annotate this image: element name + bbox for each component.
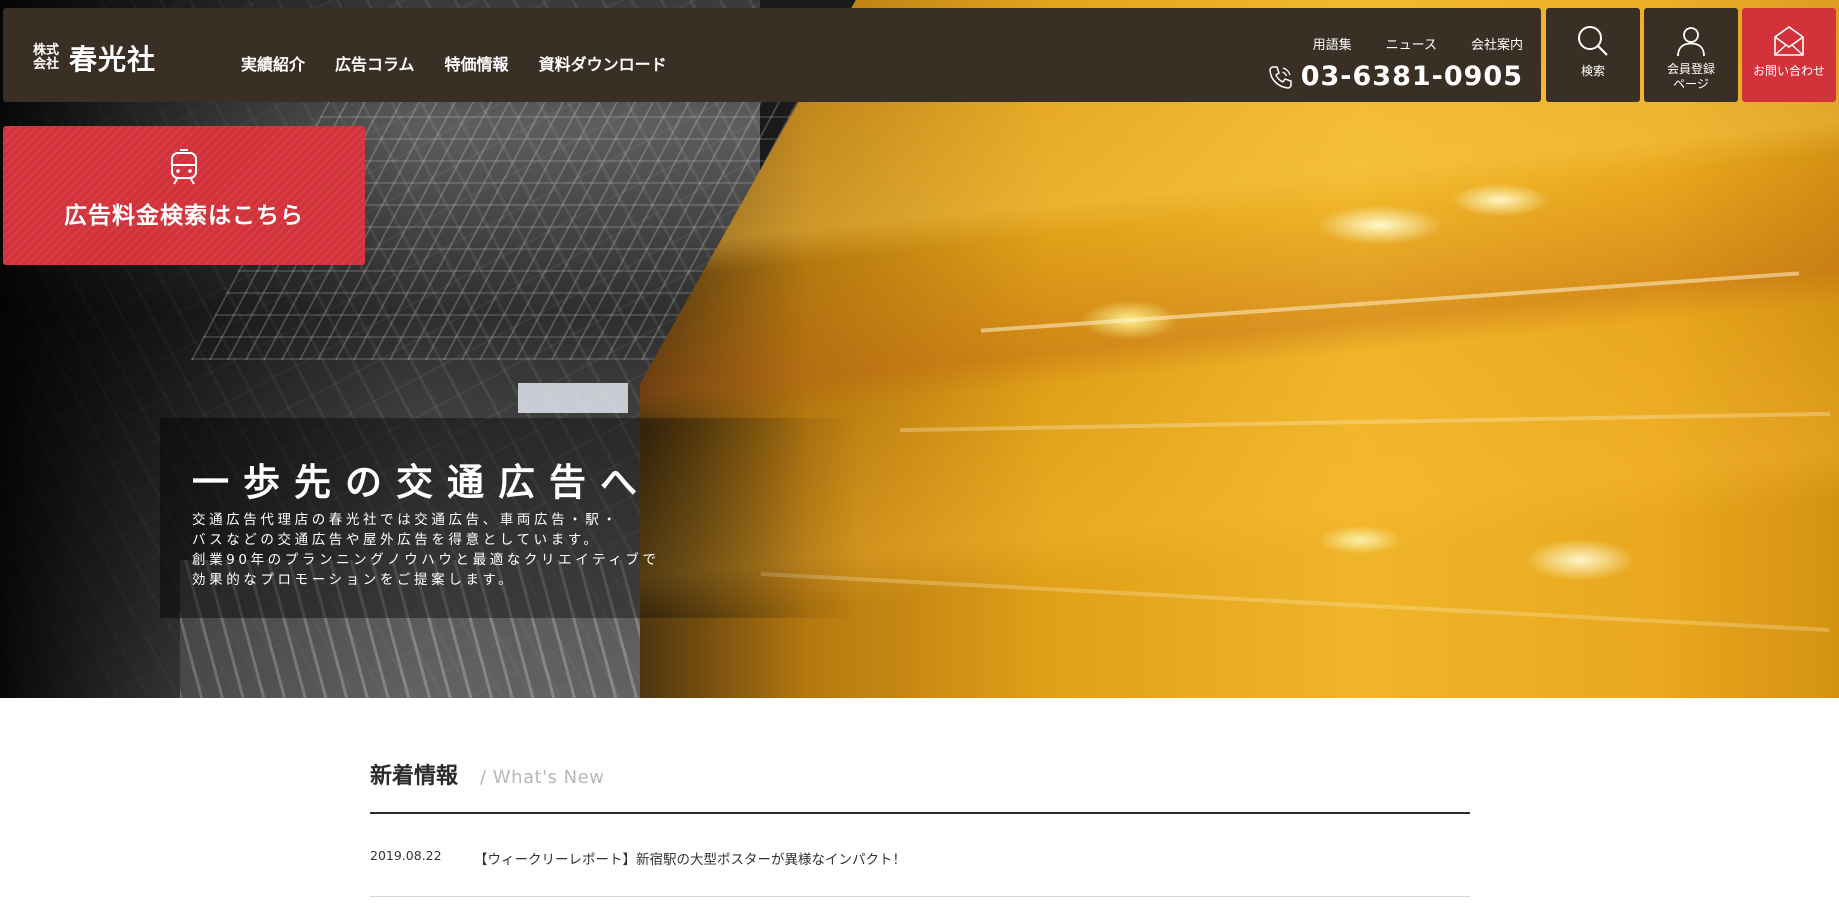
- hero-description-line: 交通広告代理店の春光社では交通広告、車両広告・駅・: [192, 512, 620, 528]
- util-link-company[interactable]: 会社案内: [1471, 34, 1523, 53]
- site-header: 株式 会社 春光社 実績紹介 広告コラム 特価情報 資料ダウンロード 用語集 ニュ…: [3, 8, 1541, 102]
- ad-price-search-label: 広告料金検索はこちら: [64, 203, 304, 229]
- user-icon: [1677, 27, 1705, 57]
- news-item-title[interactable]: 【ウィークリーレポート】新宿駅の大型ポスターが異様なインパクト！: [474, 848, 906, 868]
- logo-corporate-mark: 株式 会社: [33, 43, 60, 72]
- hero-description-line: 創業90年のプランニングノウハウと最適なクリエイティブで: [192, 552, 660, 568]
- member-page-button[interactable]: 会員登録 ページ: [1644, 8, 1738, 102]
- member-button-label-2: ページ: [1673, 77, 1709, 91]
- hero-station-sign: [518, 383, 628, 413]
- main-nav: 実績紹介 広告コラム 特価情報 資料ダウンロード: [241, 51, 667, 75]
- member-button-label: 会員登録: [1666, 62, 1715, 76]
- nav-item-column[interactable]: 広告コラム: [335, 51, 415, 75]
- mail-icon: [1774, 26, 1804, 56]
- news-item[interactable]: 2019.08.22 【ウィークリーレポート】新宿駅の大型ポスターが異様なインパ…: [370, 814, 1470, 897]
- util-link-news[interactable]: ニュース: [1386, 34, 1437, 53]
- phone-contact[interactable]: 03-6381-0905: [1267, 62, 1523, 92]
- contact-button-label: お問い合わせ: [1752, 64, 1825, 78]
- ad-price-search-button[interactable]: 広告料金検索はこちら: [3, 126, 365, 265]
- contact-button[interactable]: お問い合わせ: [1742, 8, 1836, 102]
- phone-number: 03-6381-0905: [1300, 61, 1523, 92]
- logo-company-name: 春光社: [69, 43, 157, 76]
- hero-banner: 一歩先の交通広告へ 交通広告代理店の春光社では交通広告、車両広告・駅・ バスなど…: [0, 0, 1839, 698]
- news-subtitle: / What's New: [480, 767, 605, 788]
- news-title: 新着情報: [370, 764, 459, 789]
- nav-item-works[interactable]: 実績紹介: [241, 51, 305, 75]
- news-header: 新着情報 / What's New: [370, 758, 1470, 814]
- util-link-glossary[interactable]: 用語集: [1313, 34, 1352, 53]
- hero-description-line: バスなどの交通広告や屋外広告を得意としています。: [192, 532, 601, 548]
- search-button[interactable]: 検索: [1546, 8, 1640, 102]
- hero-description: 交通広告代理店の春光社では交通広告、車両広告・駅・ バスなどの交通広告や屋外広告…: [192, 510, 660, 590]
- search-button-label: 検索: [1580, 64, 1605, 78]
- utility-nav: 用語集 ニュース 会社案内: [1313, 34, 1523, 53]
- train-icon: [171, 149, 197, 185]
- news-section: 新着情報 / What's New 2019.08.22 【ウィークリーレポート…: [370, 758, 1470, 897]
- company-logo[interactable]: 株式 会社 春光社: [33, 38, 156, 78]
- nav-item-special-offers[interactable]: 特価情報: [445, 51, 509, 75]
- hero-title: 一歩先の交通広告へ: [192, 461, 651, 504]
- search-icon: [1578, 26, 1608, 56]
- news-item-date: 2019.08.22: [370, 848, 442, 863]
- hero-description-line: 効果的なプロモーションをご提案します。: [192, 572, 516, 588]
- nav-item-downloads[interactable]: 資料ダウンロード: [539, 51, 667, 75]
- phone-icon: [1268, 66, 1292, 89]
